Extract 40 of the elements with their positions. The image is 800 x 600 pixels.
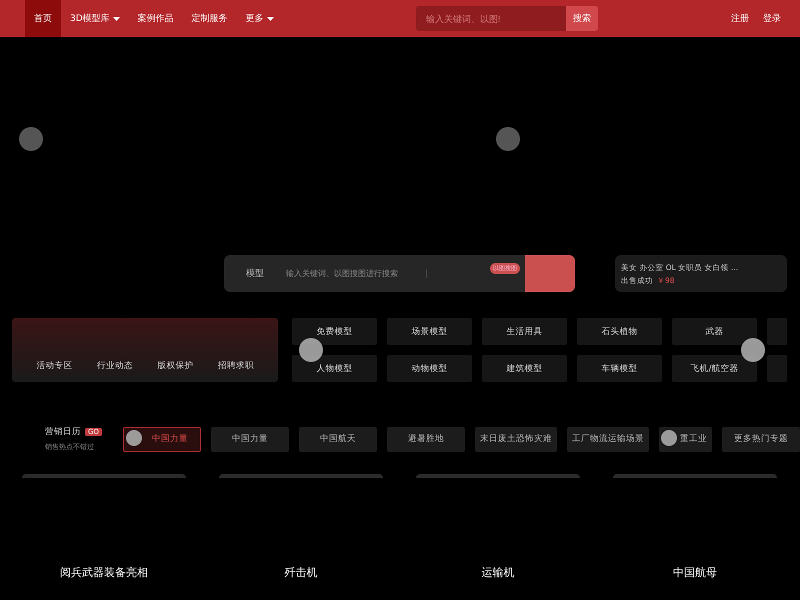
panel-link[interactable]: 招聘求职 bbox=[218, 360, 254, 372]
nav-item[interactable]: 案例作品 bbox=[128, 0, 183, 37]
nav-item[interactable]: 首页 bbox=[25, 0, 61, 37]
panel-link[interactable]: 活动专区 bbox=[36, 360, 72, 372]
topic-chip[interactable]: 中国力量 bbox=[211, 426, 289, 452]
calendar-title: 营销日历 bbox=[45, 426, 81, 438]
topic-chip[interactable]: 中国航天 bbox=[299, 426, 377, 452]
category-button[interactable]: 场景模型 bbox=[387, 318, 472, 345]
nav-item[interactable]: 3D模型库 bbox=[61, 0, 129, 37]
topic-chip[interactable]: 更多热门专题 bbox=[722, 426, 800, 452]
category-button[interactable]: 动物模型 bbox=[387, 355, 472, 382]
nav-item[interactable]: 更多 bbox=[236, 0, 283, 37]
category-button[interactable]: 建筑模型 bbox=[482, 355, 567, 382]
topic-chip[interactable]: 工厂物流运输场景 bbox=[567, 426, 649, 452]
topic-chip[interactable]: 避暑胜地 bbox=[387, 426, 465, 452]
search-button[interactable]: 搜索 bbox=[566, 6, 598, 31]
topic-chip[interactable]: 中国力量 bbox=[123, 426, 201, 452]
caret-icon bbox=[112, 16, 120, 20]
category-selector[interactable]: 模型 bbox=[224, 267, 286, 280]
category-button[interactable]: 人物模型 bbox=[292, 355, 377, 382]
search-field[interactable]: 输入关键词、以图! bbox=[416, 6, 566, 31]
category-button[interactable]: 武器 bbox=[672, 318, 757, 345]
category-button[interactable]: 飞机/航空器 bbox=[672, 355, 757, 382]
carousel-button[interactable] bbox=[741, 338, 765, 362]
category-button[interactable]: 车辆模型 bbox=[577, 355, 662, 382]
card-caption: 歼击机 bbox=[284, 565, 318, 580]
category-button[interactable]: 石头植物 bbox=[577, 318, 662, 345]
account-link[interactable]: 注册 bbox=[731, 12, 749, 25]
category-button[interactable]: 生活用具 bbox=[482, 318, 567, 345]
nav-item[interactable]: 定制服务 bbox=[182, 0, 237, 37]
topic-chip[interactable]: 末日废土恐怖灾难 bbox=[475, 426, 557, 452]
search-field[interactable]: 输入关键词、以图搜图进行搜索 bbox=[286, 269, 427, 278]
account-link[interactable]: 登录 bbox=[763, 12, 781, 25]
card-caption: 阅兵武器装备亮相 bbox=[60, 565, 148, 580]
card-caption: 中国航母 bbox=[673, 565, 717, 580]
panel-link[interactable]: 行业动态 bbox=[96, 360, 133, 372]
card-caption: 运输机 bbox=[482, 565, 514, 580]
category-button[interactable]: 免费模型 bbox=[292, 318, 377, 345]
caret-icon bbox=[266, 16, 274, 20]
panel-link[interactable]: 版权保护 bbox=[157, 360, 194, 372]
